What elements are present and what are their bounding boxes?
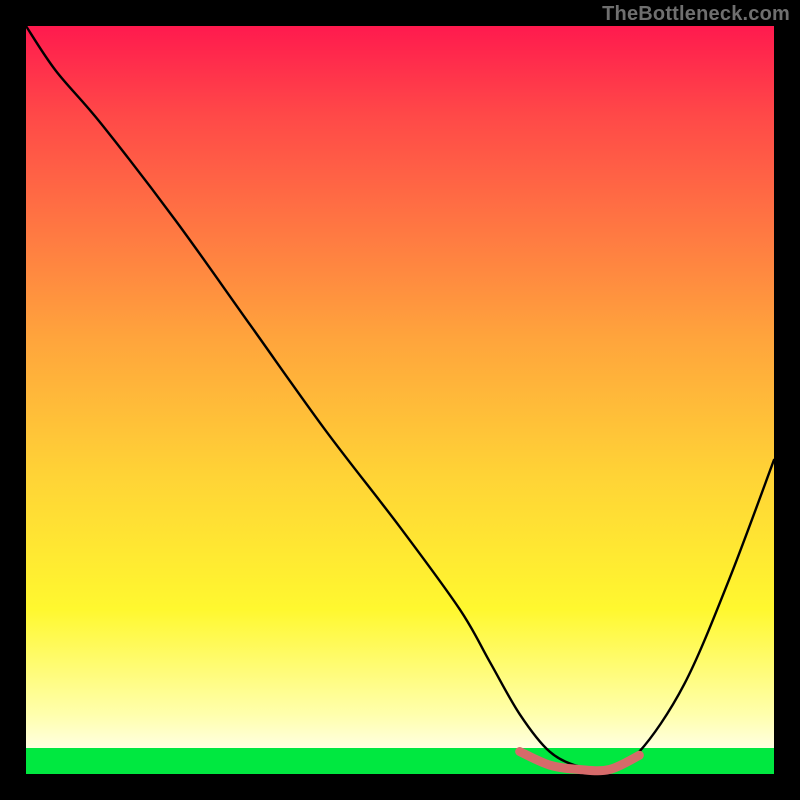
chart-curve-main <box>26 26 774 768</box>
chart-frame <box>26 26 774 774</box>
chart-svg <box>26 26 774 774</box>
watermark-text: TheBottleneck.com <box>602 3 790 26</box>
chart-optimal-marker <box>520 752 640 771</box>
